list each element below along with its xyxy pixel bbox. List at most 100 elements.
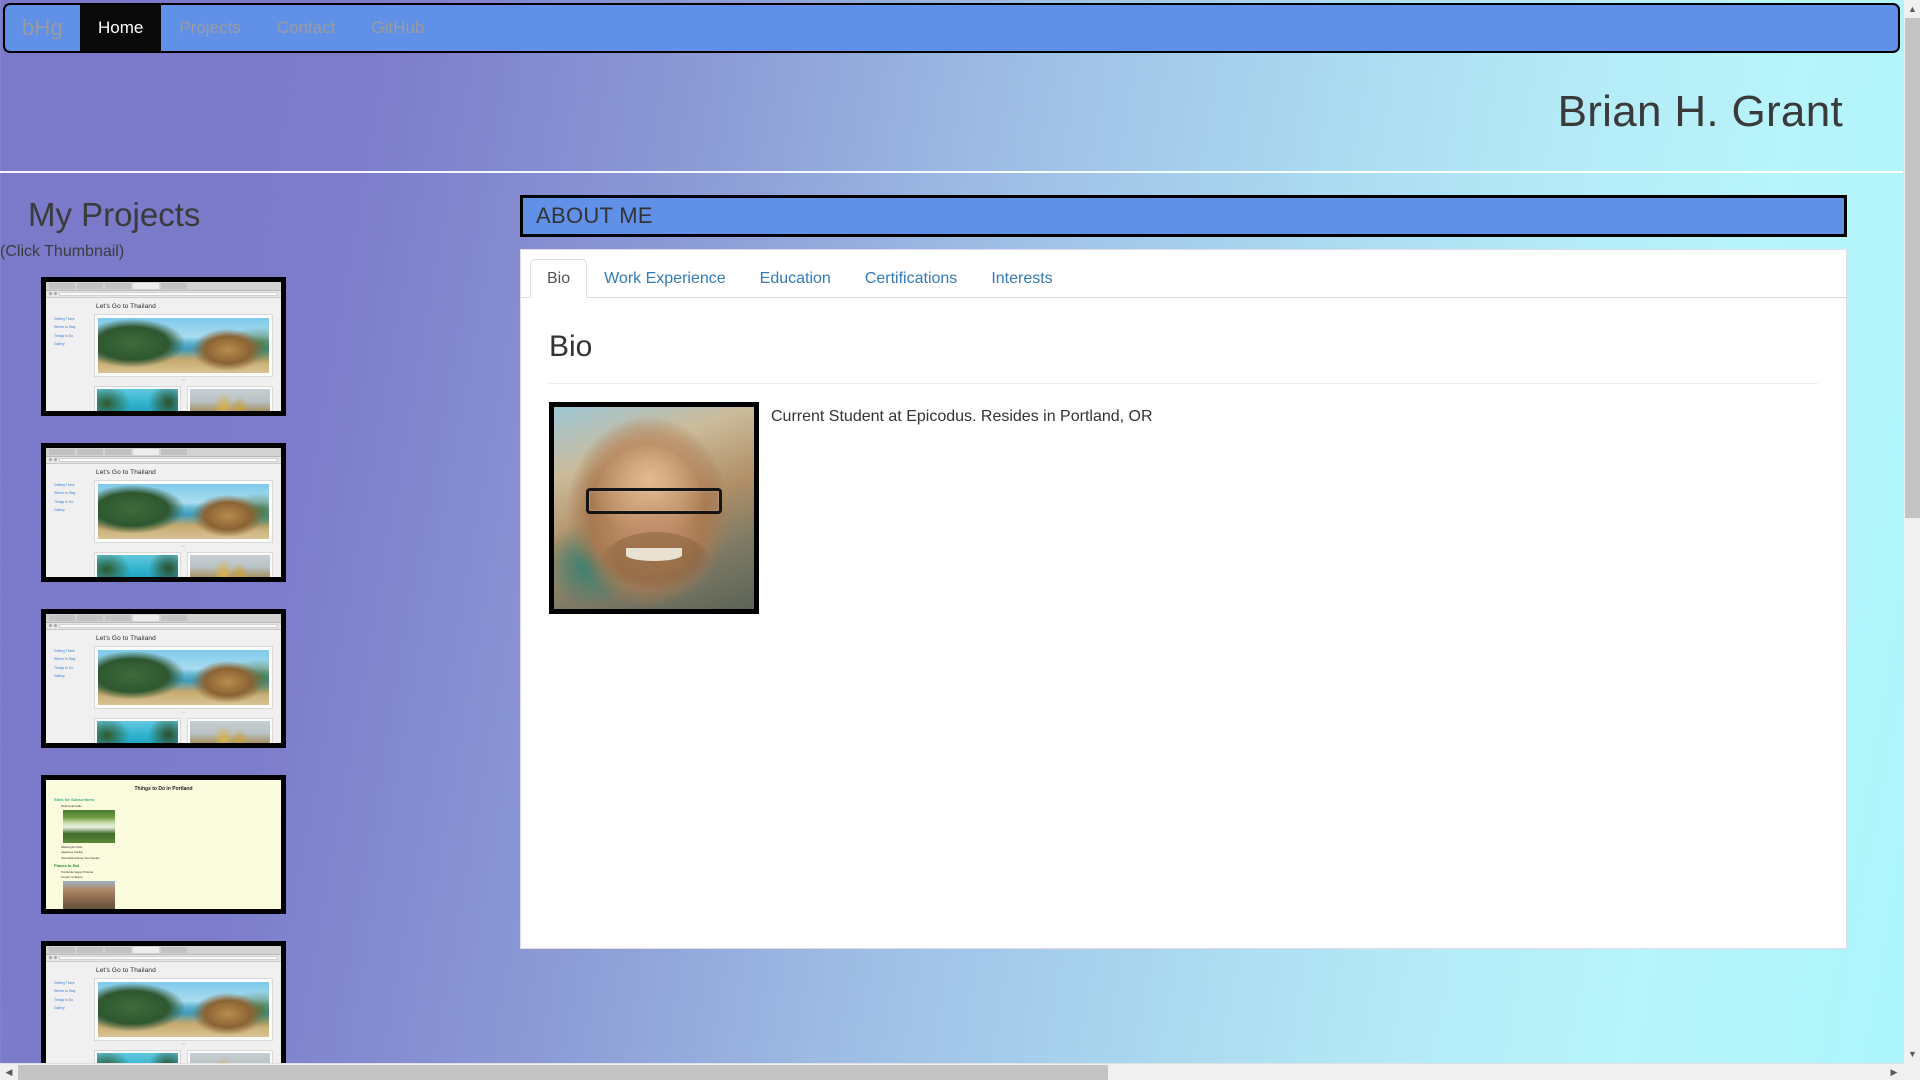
mini-nav-link: Gallery (54, 508, 65, 513)
mini-sidebar-nav: Getting There Where to Stay Things to Do… (54, 978, 88, 1063)
about-tabs-panel: Bio Work Experience Education Certificat… (520, 249, 1847, 949)
scroll-down-arrow-icon[interactable]: ▼ (1904, 1045, 1920, 1063)
mini-nav-link: Things to Do (54, 665, 74, 670)
mini-card-image (189, 1052, 270, 1063)
tab-education[interactable]: Education (743, 259, 848, 298)
mini-list-item: Portlandia Vegan Pizzeria (61, 869, 94, 874)
bio-heading: Bio (549, 330, 593, 363)
mini-list-item: International Rose Test Garden (61, 855, 100, 860)
mini-forward-icon (54, 624, 57, 628)
nav-item-home[interactable]: Home (79, 5, 162, 51)
portland-mini-page: Things to Do in Portland Sites for Subsc… (46, 779, 281, 909)
smile-shape (626, 548, 682, 561)
bio-divider (549, 383, 1818, 384)
project-thumbnail[interactable]: Let's Go to Thailand Getting There Where… (41, 442, 286, 582)
mini-back-icon (49, 292, 52, 296)
mini-forward-icon (54, 458, 57, 462)
site-brand[interactable]: bHg (5, 5, 80, 51)
tab-certifications[interactable]: Certifications (848, 259, 974, 298)
mini-browser-urlbar (46, 622, 281, 630)
project-thumbnail[interactable]: Let's Go to Thailand Getting There Where… (41, 940, 286, 1063)
mini-url-field (59, 623, 278, 628)
projects-column: My Projects (Click Thumbnail) Let's Go t… (0, 195, 520, 1063)
mini-hero-image (98, 483, 269, 539)
mini-list-item: Multnomah Falls (61, 803, 82, 808)
horizontal-scrollbar[interactable]: ◀ ▶ (0, 1063, 1920, 1080)
tab-interests[interactable]: Interests (974, 259, 1069, 298)
mini-browser-tabbar (46, 945, 281, 955)
horizontal-scrollbar-thumb[interactable] (18, 1065, 1108, 1080)
mini-waterfall-image (63, 809, 115, 843)
tab-panel-bio: Bio Current Student at Epicodus. Resides… (521, 298, 1846, 614)
project-thumbnail[interactable]: Let's Go to Thailand Getting There Where… (41, 608, 286, 748)
mini-page-title: Things to Do in Portland (134, 785, 193, 792)
mini-page-title: Let's Go to Thailand (96, 302, 156, 310)
mini-nav-link: Getting There (54, 648, 75, 653)
mini-nav-link: Where to Stay (54, 491, 76, 496)
mini-nav-link: Where to Stay (54, 657, 76, 662)
mini-browser-tab (77, 946, 103, 953)
mini-back-icon (49, 624, 52, 628)
mini-back-icon (49, 458, 52, 462)
mini-nav-link: Gallery (54, 342, 65, 347)
mini-browser-urlbar (46, 954, 281, 962)
thailand-mini-page: Let's Go to Thailand Getting There Where… (46, 613, 281, 743)
scroll-right-arrow-icon[interactable]: ▶ (1885, 1064, 1903, 1080)
vertical-scrollbar-thumb[interactable] (1905, 18, 1920, 518)
tab-bio[interactable]: Bio (530, 259, 588, 298)
mini-card: Ancient Temples Lorem ipsum dolor sit am… (186, 385, 273, 411)
mini-nav-link: Getting There (54, 482, 75, 487)
projects-subheading: (Click Thumbnail) (0, 242, 125, 260)
mini-hero-image (98, 981, 269, 1037)
thailand-mini-page: Let's Go to Thailand Getting There Where… (46, 281, 281, 411)
mini-browser-tab-active (133, 448, 159, 455)
mini-browser-tab (105, 282, 131, 289)
scroll-up-arrow-icon[interactable]: ▲ (1904, 0, 1920, 18)
projects-heading: My Projects (28, 196, 201, 233)
mini-page-body: Let's Go to Thailand Getting There Where… (46, 961, 281, 1063)
mini-list-item: Washington Park (61, 844, 83, 849)
mini-browser-tab (49, 946, 75, 953)
vertical-scrollbar[interactable]: ▲ ▼ (1903, 0, 1920, 1063)
thailand-mini-page: Let's Go to Thailand Getting There Where… (46, 945, 281, 1063)
mini-storefront-image (63, 881, 115, 909)
nav-item-contact[interactable]: Contact (259, 5, 354, 51)
mini-browser-tab (77, 614, 103, 621)
mini-hero-frame (94, 977, 273, 1041)
mini-list-item: Voodoo Coffeeca (61, 875, 83, 880)
mini-page-title: Let's Go to Thailand (96, 966, 156, 974)
mini-list-item: Japanese Garden (61, 850, 84, 855)
mini-forward-icon (54, 292, 57, 296)
mini-card: Ancient Temples Lorem ipsum dolor sit am… (186, 717, 273, 743)
mini-page-body: Let's Go to Thailand Getting There Where… (46, 297, 281, 411)
project-thumbnail[interactable]: Let's Go to Thailand Getting There Where… (41, 276, 286, 416)
mini-card (94, 551, 181, 577)
scrollbar-corner (1903, 1063, 1920, 1080)
mini-page-title: Let's Go to Thailand (96, 634, 156, 642)
project-thumbnail[interactable]: Things to Do in Portland Sites for Subsc… (41, 774, 286, 914)
mini-card-image (97, 388, 178, 411)
mini-page-body: Let's Go to Thailand Getting There Where… (46, 463, 281, 577)
mini-browser-tab (49, 448, 75, 455)
mini-nav-link: Things to Do (54, 499, 74, 504)
tab-work-experience[interactable]: Work Experience (587, 259, 743, 298)
mini-nav-link: Getting There (54, 316, 75, 321)
mini-browser-tab-active (133, 614, 159, 621)
mini-card: Ancient Temples Lorem ipsum dolor sit am… (186, 551, 273, 577)
mini-hero-frame (94, 645, 273, 709)
mini-page-body: Let's Go to Thailand Getting There Where… (46, 629, 281, 743)
mini-browser-urlbar (46, 290, 281, 298)
mini-url-field (59, 457, 278, 462)
nav-item-projects[interactable]: Projects (161, 5, 258, 51)
mini-browser-tabbar (46, 281, 281, 291)
mini-card (94, 1049, 181, 1063)
project-thumbnail-list: Let's Go to Thailand Getting There Where… (0, 276, 520, 1063)
mini-browser-tab (161, 614, 187, 621)
mini-nav-link: Gallery (54, 1006, 65, 1011)
mini-card-image (97, 554, 178, 577)
mini-browser-tab (77, 448, 103, 455)
nav-item-github[interactable]: GitHub (353, 5, 442, 51)
scroll-left-arrow-icon[interactable]: ◀ (0, 1064, 18, 1080)
mini-card-image (189, 388, 270, 411)
mini-card-image (97, 1052, 178, 1063)
